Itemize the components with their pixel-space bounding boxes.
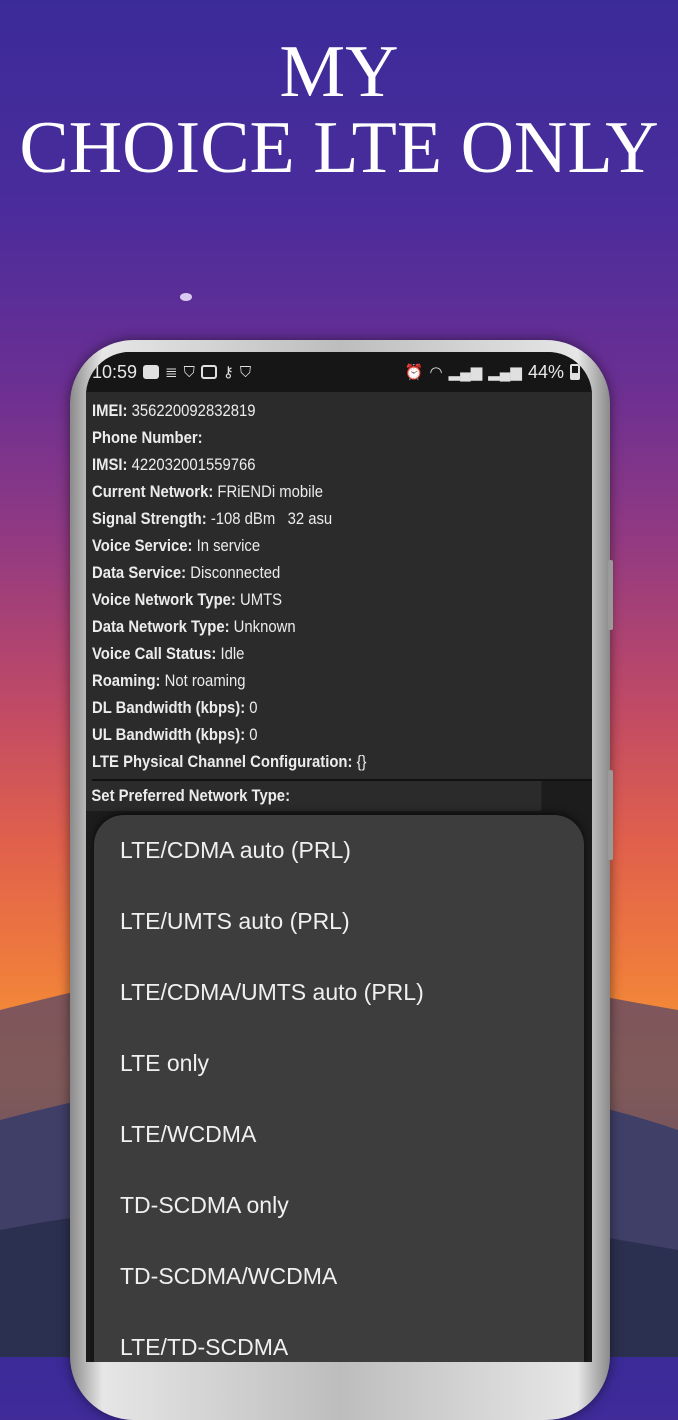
signal-icon-2: ▂▄▆ <box>488 364 522 381</box>
option-lte-umts-auto[interactable]: LTE/UMTS auto (PRL) <box>94 886 584 957</box>
info-row-dl-bandwidth: DL Bandwidth (kbps): 0 <box>92 699 258 717</box>
image-icon <box>200 365 217 379</box>
info-row-imsi: IMSI: 422032001559766 <box>92 456 256 474</box>
info-row-data-network-type: Data Network Type: Unknown <box>92 618 296 636</box>
volume-button <box>608 560 613 630</box>
info-row-current-network: Current Network: FRiENDi mobile <box>92 483 324 501</box>
signal-icon: ▂▄▆ <box>448 364 483 381</box>
shield-check-icon: ⛉ <box>183 363 195 381</box>
info-row-lte-channel-config: LTE Physical Channel Configuration: {} <box>92 753 367 771</box>
preferred-network-label: Set Preferred Network Type: <box>86 781 542 811</box>
info-row-phone-number: Phone Number: <box>92 429 203 447</box>
vpn-key-icon: ⚷ <box>222 364 234 381</box>
power-button <box>608 770 613 860</box>
option-td-scdma-wcdma[interactable]: TD-SCDMA/WCDMA <box>94 1241 584 1312</box>
wifi-icon: ◠ <box>429 364 443 381</box>
info-row-voice-network-type: Voice Network Type: UMTS <box>92 591 283 609</box>
phone-info-panel: IMEI: 356220092832819 Phone Number: IMSI… <box>86 392 592 781</box>
info-row-voice-service: Voice Service: In service <box>92 537 261 555</box>
network-type-dialog: LTE/CDMA auto (PRL) LTE/UMTS auto (PRL) … <box>94 815 584 1362</box>
status-time: 10:59 <box>92 361 138 382</box>
battery-icon <box>570 364 580 380</box>
info-row-ul-bandwidth: UL Bandwidth (kbps): 0 <box>92 726 258 744</box>
headline-line-1: MY <box>279 31 399 113</box>
headline: MY CHOICE LTE ONLY <box>0 34 678 186</box>
status-bar: 10:59 ≣ ⛉ ⚷ ⛉ ⏰ ◠ ▂▄▆ ▂▄▆ 44% <box>86 352 592 392</box>
news-icon: ≣ <box>165 364 178 381</box>
youtube-icon <box>143 365 160 379</box>
option-lte-cdma-auto[interactable]: LTE/CDMA auto (PRL) <box>94 815 584 886</box>
info-row-roaming: Roaming: Not roaming <box>92 672 246 690</box>
headline-line-2: CHOICE LTE ONLY <box>19 107 659 189</box>
option-lte-wcdma[interactable]: LTE/WCDMA <box>94 1099 584 1170</box>
option-lte-only[interactable]: LTE only <box>94 1028 584 1099</box>
info-row-imei: IMEI: 356220092832819 <box>92 402 256 420</box>
shield-icon: ⛉ <box>239 363 252 381</box>
option-lte-cdma-umts-auto[interactable]: LTE/CDMA/UMTS auto (PRL) <box>94 957 584 1028</box>
info-row-signal-strength: Signal Strength: -108 dBm 32 asu <box>92 510 333 528</box>
option-lte-td-scdma[interactable]: LTE/TD-SCDMA <box>94 1312 584 1362</box>
phone-screen: 10:59 ≣ ⛉ ⚷ ⛉ ⏰ ◠ ▂▄▆ ▂▄▆ 44% IMEI: 3562… <box>86 352 592 1362</box>
option-td-scdma-only[interactable]: TD-SCDMA only <box>94 1170 584 1241</box>
info-row-voice-call-status: Voice Call Status: Idle <box>92 645 245 663</box>
info-row-data-service: Data Service: Disconnected <box>92 564 281 582</box>
battery-percent: 44% <box>527 361 564 382</box>
alarm-icon: ⏰ <box>404 364 424 381</box>
moon <box>180 293 192 301</box>
